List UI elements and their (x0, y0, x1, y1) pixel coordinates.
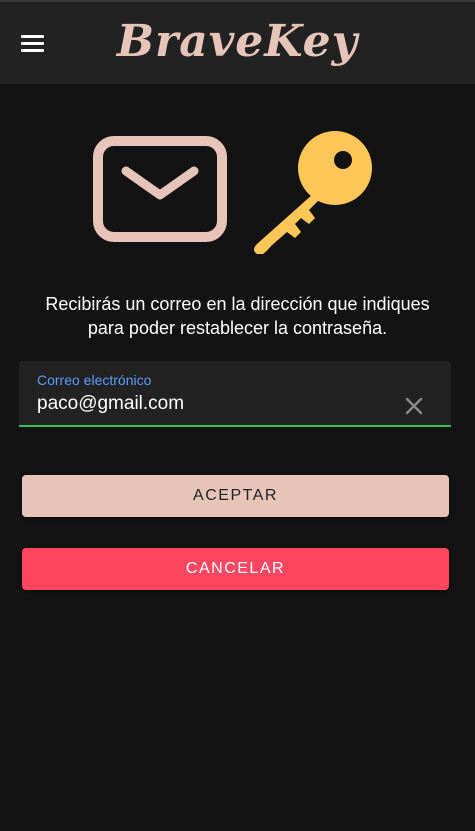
key-icon (254, 131, 372, 254)
accept-button[interactable]: ACEPTAR (22, 475, 449, 517)
illustration (0, 120, 475, 260)
cancel-button[interactable]: CANCELAR (22, 548, 449, 590)
email-input[interactable] (37, 391, 377, 417)
instructions-line-1: Recibirás un correo en la dirección que … (45, 294, 430, 314)
email-field-label: Correo electrónico (37, 372, 152, 388)
instructions-text: Recibirás un correo en la dirección que … (20, 292, 455, 340)
envelope-icon (93, 136, 227, 242)
close-icon[interactable] (401, 393, 427, 419)
reset-password-screen: BraveKey Recibirás un correo en la direc… (0, 0, 475, 831)
email-field[interactable]: Correo electrónico (19, 361, 451, 427)
app-header: BraveKey (0, 0, 475, 84)
instructions-line-2: para poder restablecer la contraseña. (87, 318, 388, 338)
app-logo: BraveKey (116, 16, 359, 67)
